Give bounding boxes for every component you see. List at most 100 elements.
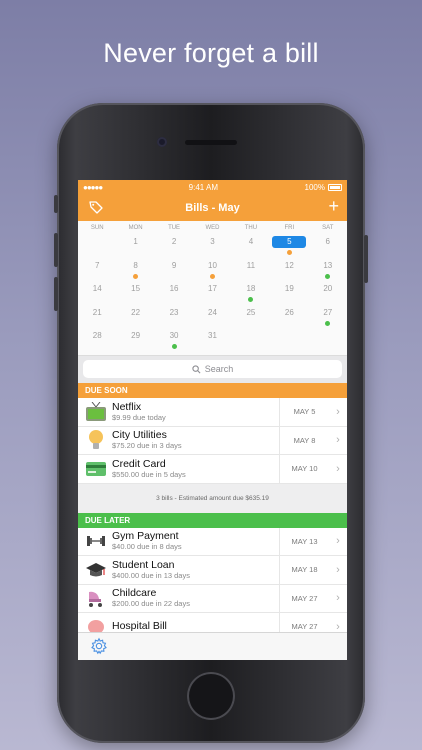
calendar-day[interactable]: 31 xyxy=(193,327,231,351)
calendar-day-number: 21 xyxy=(92,307,102,317)
chevron-right-icon: › xyxy=(336,434,340,447)
calendar-day-number: 22 xyxy=(131,307,141,317)
bill-due-dot xyxy=(325,320,331,326)
bill-text: Hospital Bill xyxy=(112,621,279,632)
bill-name: Childcare xyxy=(112,587,157,600)
bill-row[interactable]: Childcare $200.00 due in 22 days MAY 27 › xyxy=(78,584,347,613)
calendar-day[interactable]: 16 xyxy=(155,280,193,304)
calendar-day[interactable]: 28 xyxy=(78,327,116,351)
calendar-day[interactable]: 12 xyxy=(270,257,308,281)
calendar-day[interactable]: 7 xyxy=(78,257,116,281)
calendar-empty-day xyxy=(232,327,270,351)
chevron-right-icon: › xyxy=(336,620,340,633)
calendar-day-number: 31 xyxy=(208,331,217,340)
calendar-day[interactable]: 13 xyxy=(309,257,347,281)
calendar-week-row: 14 15 16 17 18 19 20 xyxy=(78,280,347,304)
calendar-day[interactable]: 8 xyxy=(116,257,154,281)
calendar-week-row: 21 22 23 24 25 26 27 xyxy=(78,304,347,328)
bill-text: Gym Payment $40.00 due in 8 days xyxy=(112,531,279,552)
bill-due-date: MAY 13 xyxy=(279,527,329,555)
bill-row[interactable]: Credit Card $550.00 due in 5 days MAY 10 › xyxy=(78,455,347,484)
bill-due-dot xyxy=(286,250,292,255)
calendar-day[interactable]: 3 xyxy=(193,233,231,257)
bill-text: City Utilities $75.20 due in 3 days xyxy=(112,430,279,451)
calendar-day-number: 19 xyxy=(284,284,294,293)
calendar-day-number: 15 xyxy=(131,284,141,293)
calendar-day[interactable]: 1 xyxy=(116,233,154,257)
weekday-label: TUE xyxy=(168,225,181,231)
calendar-day[interactable]: 9 xyxy=(155,257,193,281)
calendar-day[interactable]: 17 xyxy=(193,280,231,304)
calendar-day-number: 16 xyxy=(169,284,179,293)
calendar-day[interactable]: 18 xyxy=(232,280,270,304)
calendar-day[interactable]: 11 xyxy=(232,257,270,281)
calendar-day[interactable]: 10 xyxy=(193,257,231,281)
bill-amount-due: $75.20 due in 3 days xyxy=(112,441,182,451)
calendar-day[interactable]: 19 xyxy=(270,280,308,304)
add-bill-button[interactable]: + xyxy=(328,197,339,215)
tag-icon[interactable] xyxy=(88,199,104,215)
dumbbell-icon xyxy=(84,529,108,553)
calendar-day-number: 26 xyxy=(284,307,294,317)
calendar-day[interactable]: 2 xyxy=(155,233,193,257)
weekday-label: SAT xyxy=(322,225,334,231)
calendar-day[interactable]: 6 xyxy=(309,233,347,257)
calendar-day[interactable]: 5 xyxy=(270,233,308,257)
search-input[interactable]: Search xyxy=(83,360,342,378)
signal-dots: ●●●●● xyxy=(83,182,103,192)
calendar-week-row: 7 8 9 10 11 12 13 xyxy=(78,257,347,281)
bill-row[interactable]: Student Loan $400.00 due in 13 days MAY 18… xyxy=(78,556,347,585)
bill-row[interactable]: Gym Payment $40.00 due in 8 days MAY 13 › xyxy=(78,527,347,556)
calendar-day[interactable]: 4 xyxy=(232,233,270,257)
search-icon xyxy=(192,364,201,373)
status-time: 9:41 AM xyxy=(188,182,219,192)
calendar-day-number: 11 xyxy=(246,260,256,270)
search-placeholder: Search xyxy=(204,364,234,374)
bill-due-date: MAY 27 xyxy=(279,584,329,612)
calendar-day-number: 20 xyxy=(323,284,333,293)
nav-title: Bills - May xyxy=(185,201,240,214)
calendar-day[interactable]: 14 xyxy=(78,280,116,304)
bill-due-dot xyxy=(325,273,331,279)
battery-percent: 100% xyxy=(304,182,325,192)
calendar-day-number xyxy=(234,330,268,342)
due-soon-summary: 3 bills - Estimated amount due $635.19 xyxy=(78,483,347,513)
calendar-day[interactable]: 22 xyxy=(116,304,154,328)
bill-due-date: MAY 10 xyxy=(279,455,329,483)
calendar-day-number: 1 xyxy=(133,237,138,246)
earpiece-speaker xyxy=(185,140,237,145)
calendar-day[interactable]: 27 xyxy=(309,304,347,328)
bill-due-date: MAY 8 xyxy=(279,426,329,454)
status-bar: ●●●●● 9:41 AM 100% xyxy=(78,180,347,194)
front-camera xyxy=(157,137,167,147)
calendar-day-number: 5 xyxy=(272,236,307,248)
bill-due-dot xyxy=(248,297,254,302)
calendar-day[interactable]: 29 xyxy=(116,327,154,351)
calendar-day[interactable]: 24 xyxy=(193,304,231,328)
power-button xyxy=(364,235,368,283)
calendar-day-number: 14 xyxy=(92,284,102,293)
calendar-day[interactable]: 23 xyxy=(155,304,193,328)
search-bar: Search xyxy=(78,355,347,383)
bill-row[interactable]: City Utilities $75.20 due in 3 days MAY 8 › xyxy=(78,426,347,455)
calendar-day[interactable]: 25 xyxy=(232,304,270,328)
gear-icon[interactable] xyxy=(90,637,108,655)
calendar-day-number: 13 xyxy=(323,260,333,270)
headline: Never forget a bill xyxy=(103,38,319,68)
bill-amount-due: $200.00 due in 22 days xyxy=(112,599,190,609)
calendar-day[interactable]: 21 xyxy=(78,304,116,328)
chevron-right-icon: › xyxy=(336,563,340,576)
phone-frame: ●●●●● 9:41 AM 100% Bills - May + SUN MON T… xyxy=(54,103,368,743)
bill-name: Netflix xyxy=(112,400,142,413)
calendar-empty-day xyxy=(309,327,347,351)
bill-row[interactable]: Netflix $9.99 due today MAY 5 › xyxy=(78,398,347,427)
bill-due-dot xyxy=(209,273,215,279)
calendar-grid: 1 2 3 4 5 6 7 8 9 10 11 12 13 14 15 16 17 18 19 20 21 22 23 24 2… xyxy=(78,233,347,351)
home-button[interactable] xyxy=(187,672,235,720)
calendar-day[interactable]: 20 xyxy=(309,280,347,304)
weekday-label: FRI xyxy=(284,225,295,231)
calendar-day[interactable]: 26 xyxy=(270,304,308,328)
calendar-day[interactable]: 15 xyxy=(116,280,154,304)
mute-switch xyxy=(54,195,58,213)
calendar-day[interactable]: 30 xyxy=(155,327,193,351)
